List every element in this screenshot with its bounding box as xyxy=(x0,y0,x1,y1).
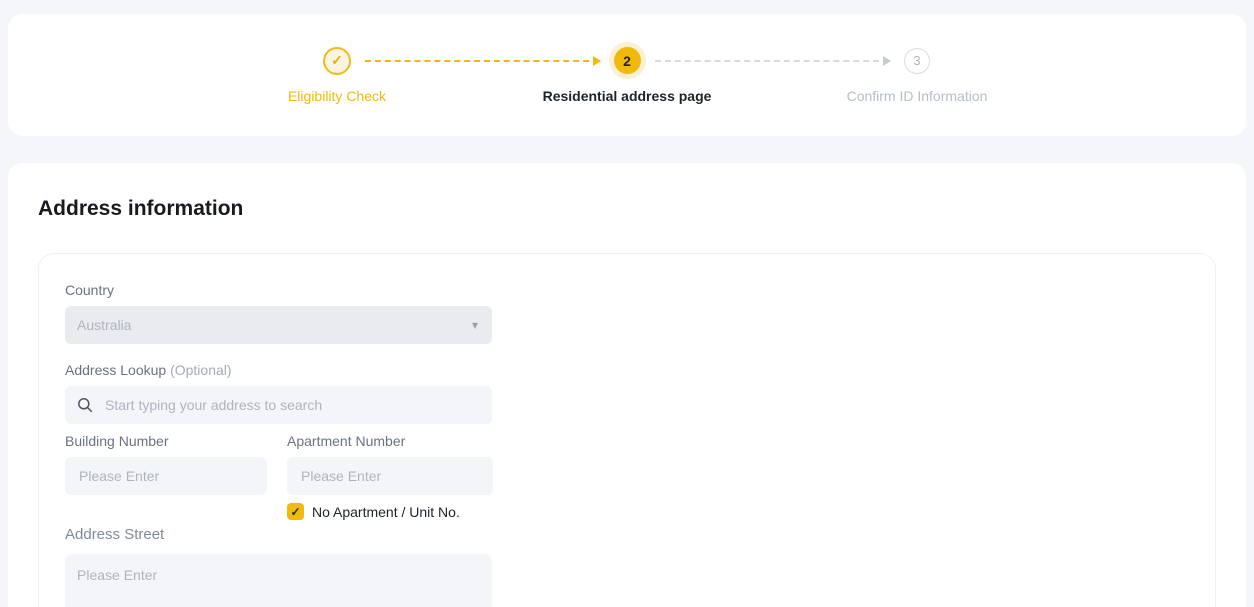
apartment-number-label: Apartment Number xyxy=(287,433,493,449)
step3-number-badge: 3 xyxy=(904,48,930,74)
stepper-connector-2-arrow xyxy=(655,60,889,62)
address-form-panel: Country Australia ▾ Address Lookup (Opti… xyxy=(38,253,1216,607)
step1-completed-check-icon: ✓ xyxy=(323,47,351,75)
address-lookup-optional-tag: (Optional) xyxy=(170,362,231,378)
page-title: Address information xyxy=(38,197,1216,221)
address-street-field-group: Address Street xyxy=(65,526,1189,607)
apartment-number-box xyxy=(287,457,493,495)
address-lookup-search-box xyxy=(65,386,492,424)
address-street-label: Address Street xyxy=(65,526,1189,543)
stepper: ✓ Eligibility Check 2 Residential addres… xyxy=(247,47,1007,104)
no-apartment-checkbox-label: No Apartment / Unit No. xyxy=(312,504,460,520)
step3-label: Confirm ID Information xyxy=(847,88,988,104)
step2-number-badge: 2 xyxy=(614,47,641,74)
search-icon xyxy=(77,397,93,413)
apartment-number-input[interactable] xyxy=(299,467,481,485)
no-apartment-checkbox-row[interactable]: ✓ No Apartment / Unit No. xyxy=(287,503,493,520)
step-confirm-id: 3 Confirm ID Information xyxy=(827,47,1007,104)
country-field-group: Country Australia ▾ xyxy=(65,282,492,344)
step-eligibility-check: ✓ Eligibility Check xyxy=(247,47,427,104)
address-lookup-label: Address Lookup (Optional) xyxy=(65,362,492,378)
country-select-value: Australia xyxy=(77,317,131,333)
building-number-box xyxy=(65,457,267,495)
address-lookup-label-text: Address Lookup xyxy=(65,362,166,378)
stepper-card: ✓ Eligibility Check 2 Residential addres… xyxy=(8,14,1246,136)
address-information-card: Address information Country Australia ▾ … xyxy=(8,163,1246,607)
step2-circle-row: 2 xyxy=(614,47,641,75)
address-lookup-field-group: Address Lookup (Optional) xyxy=(65,362,492,424)
address-street-input[interactable] xyxy=(65,554,492,607)
step1-label: Eligibility Check xyxy=(288,88,386,104)
stepper-connector-1-arrow xyxy=(365,60,599,62)
building-number-label: Building Number xyxy=(65,433,267,449)
building-number-field-group: Building Number xyxy=(65,433,267,520)
step-residential-address: 2 Residential address page xyxy=(537,47,717,104)
apartment-number-field-group: Apartment Number ✓ No Apartment / Unit N… xyxy=(287,433,493,520)
building-apartment-row: Building Number Apartment Number ✓ No Ap… xyxy=(65,433,1189,520)
address-lookup-search-input[interactable] xyxy=(103,396,480,414)
building-number-input[interactable] xyxy=(77,467,255,485)
country-label: Country xyxy=(65,282,492,298)
step1-circle-row: ✓ xyxy=(323,47,351,75)
chevron-down-icon: ▾ xyxy=(472,319,478,331)
country-select[interactable]: Australia ▾ xyxy=(65,306,492,344)
step3-circle-row: 3 xyxy=(904,47,930,75)
checkbox-checked-icon[interactable]: ✓ xyxy=(287,503,304,520)
step2-label: Residential address page xyxy=(543,88,712,104)
